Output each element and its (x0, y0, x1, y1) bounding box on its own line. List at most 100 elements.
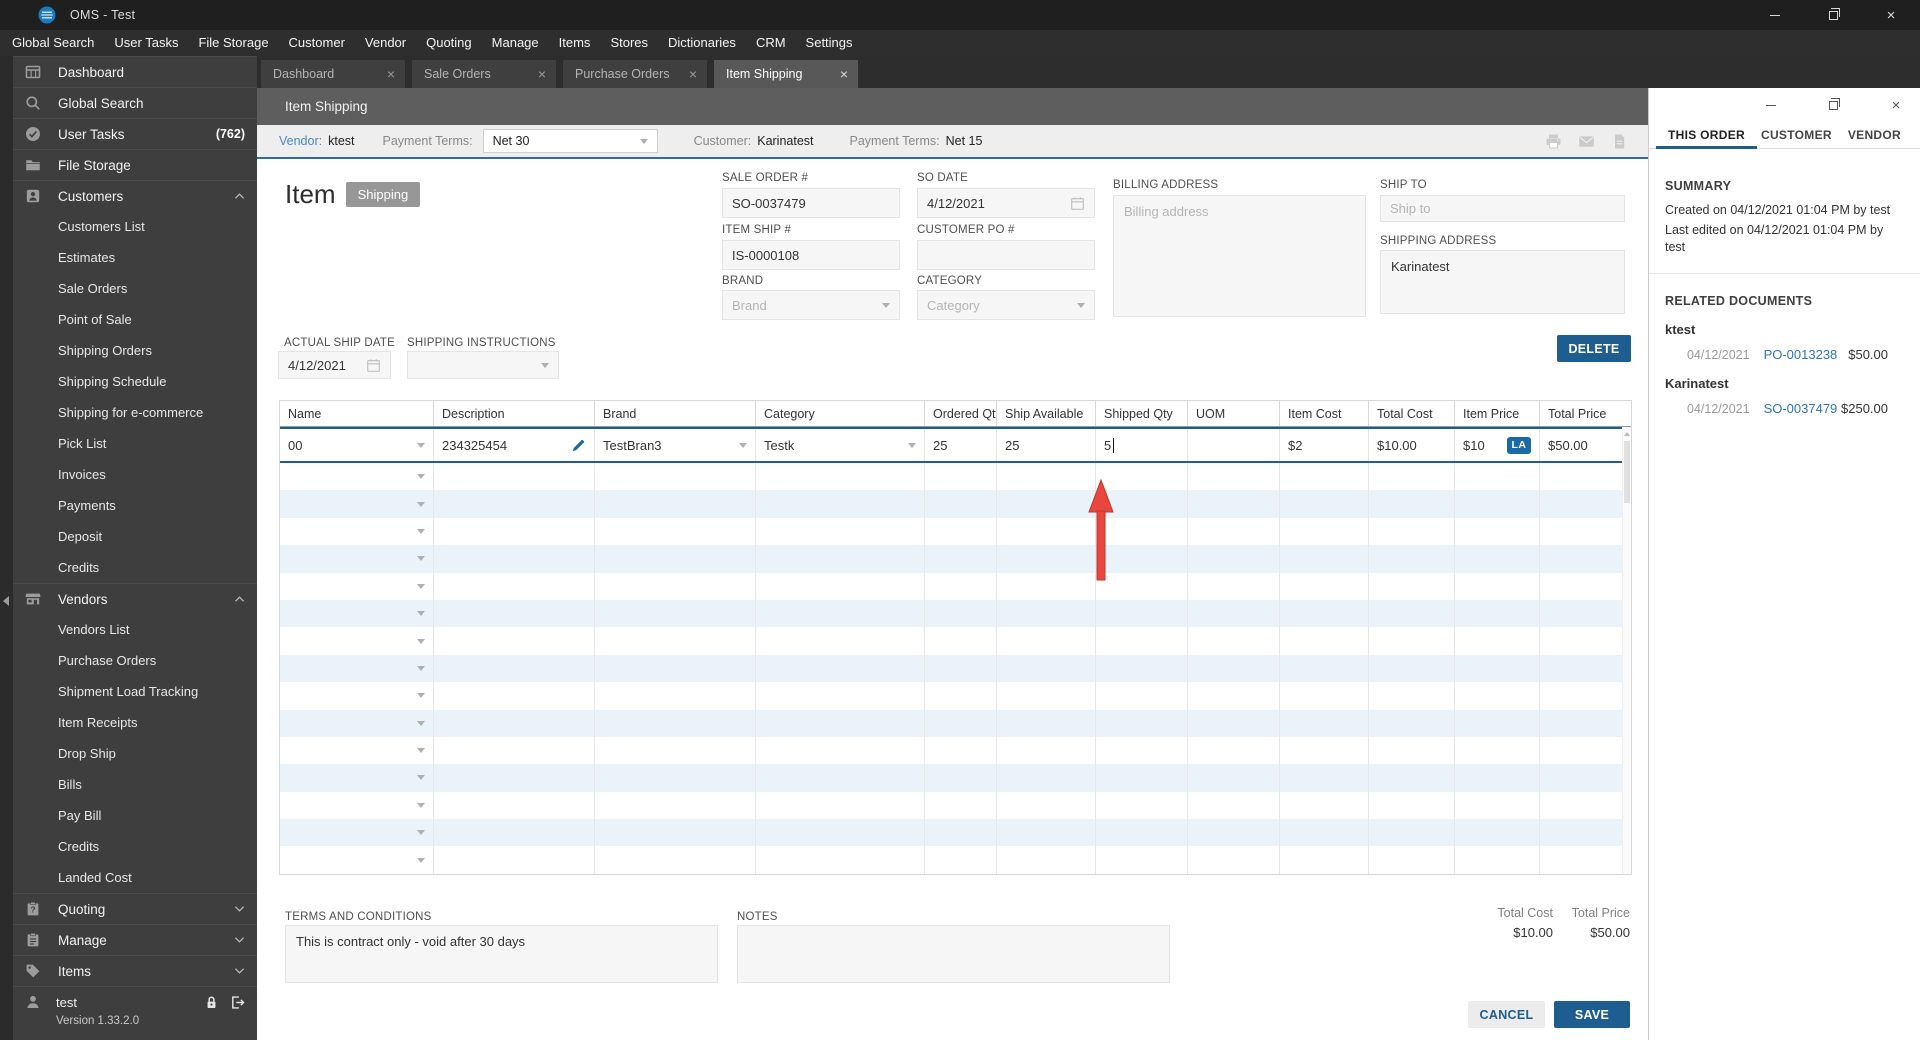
tab-sale-orders[interactable]: Sale Orders × (412, 60, 556, 88)
sidebar-item-shipping-orders[interactable]: Shipping Orders (13, 335, 257, 366)
panel-tab-this-order[interactable]: THIS ORDER (1655, 122, 1758, 149)
column-header-uom[interactable]: UOM (1188, 401, 1280, 426)
panel-close-button[interactable]: × (1886, 97, 1906, 113)
sidebar-item-vendors[interactable]: Vendors (13, 583, 257, 614)
sidebar-item-item-receipts[interactable]: Item Receipts (13, 707, 257, 738)
billing-address-input[interactable]: Billing address (1113, 195, 1366, 317)
scrollbar-thumb[interactable] (1624, 441, 1630, 503)
ordered-qty-cell[interactable]: 25 (925, 429, 997, 461)
panel-restore-button[interactable] (1823, 97, 1843, 113)
menu-item-stores[interactable]: Stores (600, 30, 658, 56)
item-description-cell[interactable]: 234325454 (434, 429, 595, 461)
close-icon[interactable]: × (387, 67, 395, 81)
shipping-address-input[interactable]: Karinatest (1380, 250, 1625, 314)
notes-input[interactable] (737, 925, 1170, 983)
print-icon[interactable] (1545, 133, 1562, 150)
table-row-empty[interactable] (280, 764, 1631, 792)
item-brand-cell[interactable]: TestBran3 (595, 429, 756, 461)
column-header-item-cost[interactable]: Item Cost (1280, 401, 1369, 426)
sidebar-item-file-storage[interactable]: File Storage (13, 149, 257, 180)
sidebar-collapse-icon[interactable] (3, 596, 9, 606)
document-link[interactable]: SO-0037479 (1764, 401, 1838, 416)
menu-item-manage[interactable]: Manage (482, 30, 549, 56)
sidebar-item-bills[interactable]: Bills (13, 769, 257, 800)
close-icon[interactable]: × (538, 67, 546, 81)
tab-item-shipping[interactable]: Item Shipping × (714, 60, 858, 88)
item-category-cell[interactable]: Testk (756, 429, 925, 461)
ship-to-input[interactable]: Ship to (1380, 195, 1625, 222)
close-button[interactable]: × (1862, 0, 1920, 30)
table-row-empty[interactable] (280, 819, 1631, 847)
menu-item-settings[interactable]: Settings (796, 30, 863, 56)
sidebar-item-shipment-load-tracking[interactable]: Shipment Load Tracking (13, 676, 257, 707)
menu-item-items[interactable]: Items (549, 30, 601, 56)
tab-purchase-orders[interactable]: Purchase Orders × (563, 60, 707, 88)
sidebar-item-landed-cost[interactable]: Landed Cost (13, 862, 257, 893)
ship-available-cell[interactable]: 25 (997, 429, 1096, 461)
shipping-instructions-select[interactable] (407, 351, 559, 379)
column-header-shipped-qty[interactable]: Shipped Qty (1096, 401, 1188, 426)
sidebar-item-user-tasks[interactable]: User Tasks (762) (13, 118, 257, 149)
menu-item-vendor[interactable]: Vendor (355, 30, 416, 56)
scrollbar-up-icon[interactable] (1623, 427, 1631, 441)
uom-cell[interactable] (1188, 429, 1280, 461)
total-cost-cell[interactable]: $10.00 (1369, 429, 1455, 461)
menu-item-dictionaries[interactable]: Dictionaries (658, 30, 746, 56)
table-row-empty[interactable] (280, 627, 1631, 655)
table-row-empty[interactable] (280, 599, 1631, 628)
close-icon[interactable]: × (689, 67, 697, 81)
sidebar-item-credits[interactable]: Credits (13, 831, 257, 862)
menu-item-quoting[interactable]: Quoting (416, 30, 482, 56)
logout-icon[interactable] (230, 995, 245, 1010)
column-header-category[interactable]: Category (756, 401, 925, 426)
sidebar-item-invoices[interactable]: Invoices (13, 459, 257, 490)
column-header-total-price[interactable]: Total Price (1540, 401, 1631, 426)
panel-tab-customer[interactable]: CUSTOMER (1761, 122, 1832, 148)
sidebar-item-credits[interactable]: Credits (13, 552, 257, 583)
sidebar-item-sale-orders[interactable]: Sale Orders (13, 273, 257, 304)
table-row-selected[interactable]: 00 234325454 TestBran3 Testk 25 25 5 $2 $10.00 $1… (280, 427, 1631, 463)
table-row-empty[interactable] (280, 490, 1631, 518)
save-button[interactable]: SAVE (1554, 1001, 1630, 1028)
column-header-ship-available[interactable]: Ship Available (997, 401, 1096, 426)
delete-button[interactable]: DELETE (1557, 335, 1631, 362)
column-header-name[interactable]: Name (280, 401, 434, 426)
sidebar-item-items[interactable]: Items (13, 955, 257, 986)
table-row-empty[interactable] (280, 736, 1631, 765)
table-row-empty[interactable] (280, 545, 1631, 573)
column-header-item-price[interactable]: Item Price (1455, 401, 1540, 426)
item-ship-input[interactable]: IS-0000108 (722, 240, 900, 270)
brand-select[interactable]: Brand (722, 290, 900, 320)
sidebar-item-quoting[interactable]: ? Quoting (13, 893, 257, 924)
sidebar-item-point-of-sale[interactable]: Point of Sale (13, 304, 257, 335)
sidebar-item-deposit[interactable]: Deposit (13, 521, 257, 552)
sidebar-item-shipping-for-e-commerce[interactable]: Shipping for e-commerce (13, 397, 257, 428)
sidebar-item-manage[interactable]: Manage (13, 924, 257, 955)
table-row-empty[interactable] (280, 682, 1631, 710)
cancel-button[interactable]: CANCEL (1468, 1001, 1545, 1028)
minimize-button[interactable] (1746, 0, 1804, 30)
item-cost-cell[interactable]: $2 (1280, 429, 1369, 461)
mail-icon[interactable] (1578, 133, 1595, 150)
column-header-brand[interactable]: Brand (595, 401, 756, 426)
total-price-cell[interactable]: $50.00 (1540, 429, 1631, 461)
menu-item-customer[interactable]: Customer (279, 30, 355, 56)
sidebar-item-pay-bill[interactable]: Pay Bill (13, 800, 257, 831)
panel-minimize-button[interactable] (1761, 97, 1781, 113)
customer-po-input[interactable] (917, 240, 1095, 270)
sidebar-item-estimates[interactable]: Estimates (13, 242, 257, 273)
sidebar-item-purchase-orders[interactable]: Purchase Orders (13, 645, 257, 676)
column-header-ordered-qty[interactable]: Ordered Qty (925, 401, 997, 426)
sale-order-input[interactable]: SO-0037479 (722, 188, 900, 218)
sidebar-item-pick-list[interactable]: Pick List (13, 428, 257, 459)
table-row-empty[interactable] (280, 791, 1631, 820)
edit-icon[interactable] (571, 438, 586, 453)
table-row-empty[interactable] (280, 463, 1631, 491)
menu-item-file-storage[interactable]: File Storage (188, 30, 278, 56)
column-header-total-cost[interactable]: Total Cost (1369, 401, 1455, 426)
actual-ship-date-input[interactable]: 4/12/2021 (278, 351, 391, 379)
table-row-empty[interactable] (280, 517, 1631, 546)
sidebar-item-drop-ship[interactable]: Drop Ship (13, 738, 257, 769)
sidebar-item-vendors-list[interactable]: Vendors List (13, 614, 257, 645)
close-icon[interactable]: × (840, 67, 848, 81)
